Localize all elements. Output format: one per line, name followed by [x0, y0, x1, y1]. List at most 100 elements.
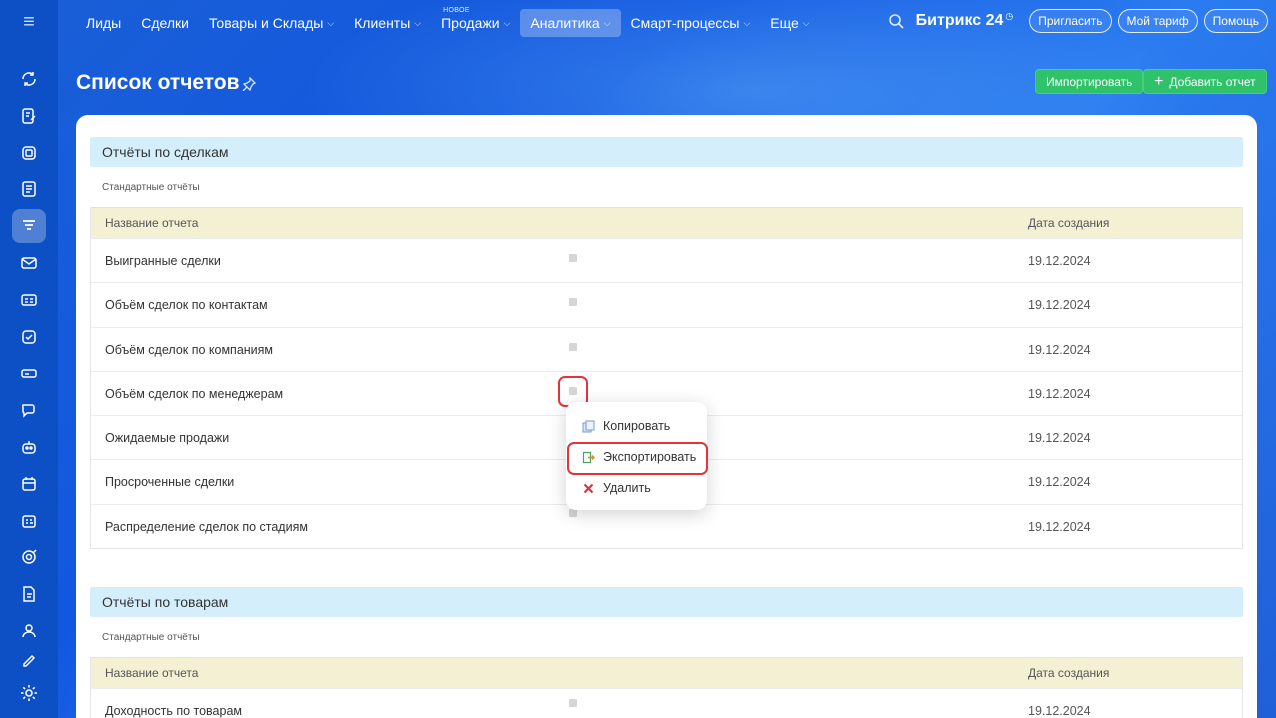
sidebar-item-sync[interactable]	[12, 62, 46, 96]
header-right: Битрикс 24 ◷ Пригласить Мой тариф Помощь	[888, 9, 1268, 33]
table-header: Название отчета Дата создания	[91, 207, 1242, 238]
menu-item-copy[interactable]: Копировать	[582, 419, 670, 433]
sidebar-item-contact[interactable]	[12, 283, 46, 317]
sidebar-item-chat[interactable]	[12, 393, 46, 427]
settings-button[interactable]	[12, 676, 46, 710]
sidebar-item-drive[interactable]	[12, 356, 46, 390]
chat-icon	[21, 404, 35, 418]
nav-item-products[interactable]: Товары и Склады ⌵	[199, 9, 344, 37]
schedule-icon	[22, 514, 36, 528]
report-date: 19.12.2024	[1028, 386, 1091, 401]
export-highlight-frame	[567, 442, 708, 475]
column-header-name[interactable]: Название отчета	[105, 666, 198, 680]
column-header-date[interactable]: Дата создания	[1028, 216, 1109, 230]
nav-label: Лиды	[86, 15, 122, 31]
report-name-link[interactable]: Просроченные сделки	[105, 475, 234, 489]
section-title-products: Отчёты по товарам	[90, 587, 1243, 617]
menu-burger-icon[interactable]: ≡	[16, 12, 42, 32]
invite-button[interactable]: Пригласить	[1029, 9, 1112, 33]
nav-label: Аналитика	[530, 15, 600, 31]
table-row[interactable]: Выигранные сделки 19.12.2024	[91, 238, 1242, 282]
table-row[interactable]: Объём сделок по контактам 19.12.2024	[91, 282, 1242, 326]
sidebar-item-mail[interactable]	[12, 246, 46, 280]
document-icon	[22, 181, 36, 198]
sidebar-list	[12, 62, 46, 670]
report-name-link[interactable]: Ожидаемые продажи	[105, 431, 229, 445]
brand-number: 24	[985, 12, 1004, 29]
add-report-label: Добавить отчет	[1169, 74, 1256, 89]
row-menu-icon[interactable]	[569, 254, 577, 262]
pin-icon[interactable]	[242, 77, 256, 91]
sidebar-item-funnel[interactable]	[12, 209, 46, 244]
chevron-down-icon: ⌵	[414, 17, 422, 28]
report-name-link[interactable]: Распределение сделок по стадиям	[105, 520, 308, 534]
sidebar-item-calendar[interactable]	[12, 467, 46, 501]
brand-text: Битрикс	[915, 12, 982, 29]
column-header-date[interactable]: Дата создания	[1028, 666, 1109, 680]
report-name-link[interactable]: Объём сделок по контактам	[105, 298, 268, 312]
sidebar-item-tasks[interactable]	[12, 320, 46, 354]
report-date: 19.12.2024	[1028, 342, 1091, 357]
gear-icon	[21, 685, 37, 701]
nav-label: Еще	[770, 15, 799, 31]
calendar-icon	[22, 476, 36, 491]
sidebar-item-target[interactable]	[12, 540, 46, 574]
row-menu-icon	[569, 387, 577, 395]
report-name-link[interactable]: Объём сделок по менеджерам	[105, 387, 283, 401]
nav-item-sales[interactable]: НОВОЕ Продажи ⌵	[431, 7, 520, 37]
file-icon	[23, 586, 35, 602]
nav-item-smart-processes[interactable]: Смарт-процессы ⌵	[621, 9, 761, 37]
brand-logo[interactable]: Битрикс 24 ◷	[915, 10, 1014, 30]
sidebar-item-file[interactable]	[12, 577, 46, 611]
page-title: Список отчетов	[76, 71, 240, 94]
clock-icon: ◷	[1005, 10, 1014, 21]
nav-item-more[interactable]: Еще ⌵	[760, 9, 819, 37]
tariff-button[interactable]: Мой тариф	[1117, 9, 1198, 33]
sidebar-item-schedule[interactable]	[12, 504, 46, 538]
section-title-deals: Отчёты по сделкам	[90, 137, 1243, 167]
plus-icon: +	[1154, 72, 1164, 90]
nav-item-leads[interactable]: Лиды	[76, 9, 131, 37]
report-date: 19.12.2024	[1028, 431, 1091, 446]
nav-label: Сделки	[141, 15, 189, 31]
add-report-button[interactable]: + Добавить отчет	[1143, 69, 1267, 94]
left-sidebar: ≡	[0, 0, 58, 718]
sync-icon	[22, 72, 36, 86]
nav-item-clients[interactable]: Клиенты ⌵	[344, 9, 431, 37]
table-row[interactable]: Объём сделок по компаниям 19.12.2024	[91, 326, 1242, 371]
help-button[interactable]: Помощь	[1203, 9, 1268, 33]
sidebar-item-box[interactable]	[12, 136, 46, 170]
nav-item-deals[interactable]: Сделки	[131, 9, 199, 37]
nav-item-analytics[interactable]: Аналитика ⌵	[520, 9, 621, 37]
report-name-link[interactable]: Доходность по товарам	[105, 704, 242, 718]
robot-icon	[22, 440, 36, 454]
edit-doc-icon	[22, 108, 36, 124]
delete-icon	[583, 483, 594, 493]
report-name-link[interactable]: Объём сделок по компаниям	[105, 343, 273, 357]
chevron-down-icon: ⌵	[327, 17, 335, 28]
chevron-down-icon: ⌵	[743, 17, 751, 28]
sidebar-item-robot[interactable]	[12, 430, 46, 464]
box-icon	[22, 145, 36, 160]
menu-item-label: Копировать	[603, 419, 671, 433]
drive-icon	[21, 369, 37, 379]
sidebar-item-document[interactable]	[12, 172, 46, 206]
row-menu-icon[interactable]	[569, 699, 577, 707]
row-menu-icon[interactable]	[569, 298, 577, 307]
sidebar-item-pen[interactable]	[12, 651, 46, 667]
sidebar-item-users[interactable]	[12, 614, 46, 648]
table-row[interactable]: Доходность по товарам 19.12.2024	[91, 688, 1242, 718]
import-button[interactable]: Импортировать	[1035, 69, 1144, 94]
search-icon[interactable]	[888, 13, 904, 29]
menu-item-delete[interactable]: Удалить	[582, 481, 651, 495]
copy-icon	[582, 420, 595, 432]
row-menu-icon[interactable]	[569, 342, 577, 351]
column-header-name[interactable]: Название отчета	[105, 216, 198, 230]
table-row[interactable]: Распределение сделок по стадиям 19.12.20…	[91, 503, 1242, 548]
sidebar-item-edit[interactable]	[12, 99, 46, 133]
report-date: 19.12.2024	[1028, 475, 1091, 490]
nav-label: Продажи	[441, 15, 500, 31]
report-name-link[interactable]: Выигранные сделки	[105, 254, 221, 268]
section-subtitle: Стандартные отчёты	[102, 182, 200, 193]
nav-label: Смарт-процессы	[630, 15, 740, 31]
